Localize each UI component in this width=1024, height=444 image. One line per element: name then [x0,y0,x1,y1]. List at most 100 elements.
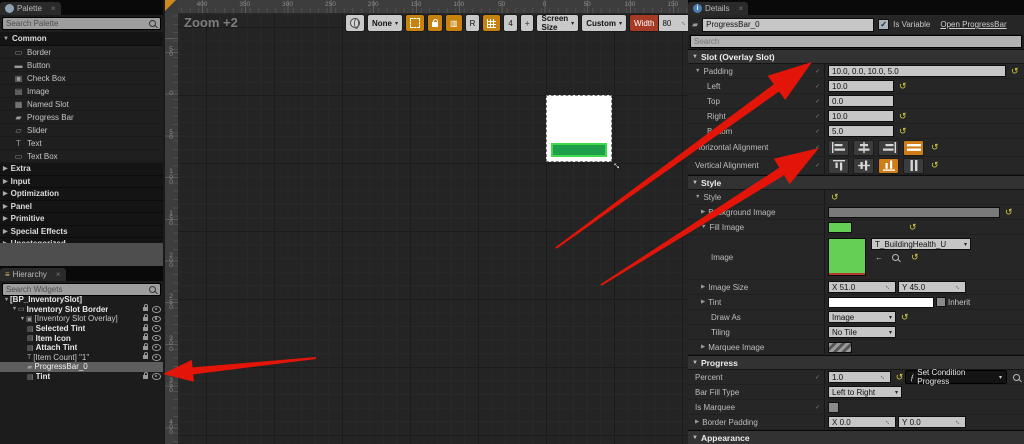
chevron-right-icon[interactable]: ▶ [701,284,705,290]
image-thumbnail[interactable] [828,238,866,276]
chevron-down-icon[interactable]: ▼ [11,306,18,312]
chevron-right-icon[interactable]: ▶ [695,419,699,425]
spinner-icon[interactable]: ↔ [953,282,964,293]
hierarchy-row-inventory-slot-border[interactable]: ▼ ▭ Inventory Slot Border [0,304,163,315]
hierarchy-row-bp-inventoryslot[interactable]: ▼ [BP_InventorySlot] [0,295,163,305]
lock-icon[interactable] [143,313,149,321]
marquee-image-swatch[interactable] [828,341,852,353]
is-marquee-checkbox[interactable] [828,401,839,413]
chevron-right-icon[interactable]: ▶ [701,299,705,305]
tab-palette[interactable]: Palette [0,2,61,15]
palette-category-panel[interactable]: ▶ Panel [0,200,163,213]
chevron-down-icon[interactable]: ▼ [695,68,700,74]
flow-direction-dropdown[interactable]: None ▾ [367,14,404,32]
tab-details[interactable]: Details [688,2,749,15]
reset-icon[interactable]: ↺ [899,111,907,121]
palette-category-input[interactable]: ▶ Input [0,175,163,188]
reset-icon[interactable]: ↺ [899,81,907,91]
image-size-y-input[interactable]: Y 45.0 ↔ [898,281,966,293]
reset-icon[interactable]: ↺ [911,253,919,262]
valign-fill-button[interactable] [903,157,924,174]
padding-top-input[interactable]: 0.0 [828,95,894,107]
close-icon[interactable] [51,4,56,13]
palette-item-button[interactable]: ▬ Button [0,59,163,72]
eye-icon[interactable] [152,354,161,361]
palette-item-progress-bar[interactable]: ▰ Progress Bar [0,111,163,124]
eye-icon[interactable] [152,344,161,352]
eye-icon[interactable] [152,325,161,332]
section-slot[interactable]: ▼ Slot (Overlay Slot) [688,49,1024,64]
reset-icon[interactable]: ↺ [1005,207,1013,217]
hierarchy-row-attach-tint[interactable]: ▤ Attach Tint [0,342,163,353]
halign-center-button[interactable] [853,139,874,156]
valign-top-button[interactable] [828,157,849,174]
chevron-right-icon[interactable]: ▶ [701,344,705,350]
bar-fill-type-dropdown[interactable]: Left to Right ▾ [828,386,902,398]
palette-category-special-effects[interactable]: ▶ Special Effects [0,225,163,238]
lock-icon[interactable] [143,304,149,312]
reset-icon[interactable]: ↺ [831,192,839,202]
screen-size-dropdown[interactable]: Screen Size ▾ [536,14,580,32]
halign-left-button[interactable] [828,139,849,156]
section-style[interactable]: ▼ Style [688,175,1024,190]
hierarchy-row-item-count-1[interactable]: T [Item Count] "1" [0,352,163,363]
reset-icon[interactable]: ↺ [1011,66,1019,76]
reset-icon[interactable]: ↺ [931,143,939,152]
chevron-down-icon[interactable]: ▼ [695,194,700,200]
inventory-slot-widget-preview[interactable] [546,95,612,162]
is-variable-checkbox[interactable]: ✓ [878,19,890,30]
lock-icon[interactable] [143,352,149,360]
image-size-x-input[interactable]: X 51.0 ↔ [828,281,896,293]
palette-category-optimization[interactable]: ▶ Optimization [0,188,163,201]
palette-item-text[interactable]: T Text [0,137,163,150]
r-toggle-button[interactable]: R [464,14,481,32]
eye-icon[interactable] [152,315,161,323]
halign-right-button[interactable] [878,139,899,156]
reset-icon[interactable]: ↺ [899,126,907,136]
eye-icon[interactable] [152,334,161,342]
tiling-dropdown[interactable]: No Tile ▾ [828,326,896,338]
open-progressbar-link[interactable]: Open ProgressBar [940,20,1006,29]
valign-bottom-button[interactable] [878,157,899,174]
percent-binding-dropdown[interactable]: ƒ Set Condition Progress ▾ [905,368,1007,386]
palette-category-extra[interactable]: ▶ Extra [0,163,163,176]
lock-icon[interactable] [143,371,149,379]
fill-image-swatch[interactable] [828,221,852,233]
spinner-icon[interactable]: ↔ [883,282,894,293]
spinner-icon[interactable]: ↔ [953,417,964,428]
hierarchy-row-inventory-slot-overlay[interactable]: ▼ ▣ [Inventory Slot Overlay] [0,313,163,324]
hierarchy-search-input[interactable] [3,284,145,295]
reset-icon[interactable]: ↺ [896,372,904,382]
lock-icon[interactable] [143,333,149,341]
hierarchy-row-selected-tint[interactable]: ▤ Selected Tint [0,323,163,334]
lock-widgets-button[interactable] [427,14,444,32]
spinner-icon[interactable]: ↔ [883,417,894,428]
hierarchy-row-item-icon[interactable]: ▤ Item Icon [0,333,163,343]
find-binding-icon[interactable] [1013,373,1020,381]
padding-input[interactable]: 10.0, 0.0, 10.0, 5.0 [828,65,1006,77]
eye-icon[interactable] [152,306,161,313]
palette-item-check-box[interactable]: ▣ Check Box [0,72,163,85]
palette-item-text-box[interactable]: ▭ Text Box [0,150,163,163]
lock-icon[interactable] [143,323,149,331]
design-grid[interactable]: Zoom +2 None ▾ ▥ R 4 + Screen Size ▾ Cus… [178,13,761,444]
padding-right-input[interactable]: 10.0 [828,110,894,122]
palette-item-image[interactable]: ▤ Image [0,85,163,98]
browse-to-asset-icon[interactable] [892,254,899,261]
hierarchy-row-tint[interactable]: ▤ Tint [0,371,163,382]
reset-icon[interactable]: ↺ [931,161,939,170]
border-padding-y-input[interactable]: Y 0.0 ↔ [898,416,966,428]
localization-preview-button[interactable] [345,14,365,32]
palette-item-slider[interactable]: ▱ Slider [0,124,163,137]
palette-item-named-slot[interactable]: ▦ Named Slot [0,98,163,111]
tab-hierarchy[interactable]: ≡ Hierarchy [0,268,66,281]
grid-snap-size-button[interactable]: 4 [503,14,518,32]
draw-as-dropdown[interactable]: Image ▾ [828,311,896,323]
palette-category-primitive[interactable]: ▶ Primitive [0,213,163,226]
progress-bar-preview[interactable] [551,143,607,157]
background-image-swatch[interactable] [828,206,1000,218]
padding-bottom-input[interactable]: 5.0 [828,125,894,137]
halign-fill-button[interactable] [903,139,924,156]
zoom-to-fit-button[interactable]: + [519,14,535,32]
details-search-input[interactable] [691,37,1021,46]
